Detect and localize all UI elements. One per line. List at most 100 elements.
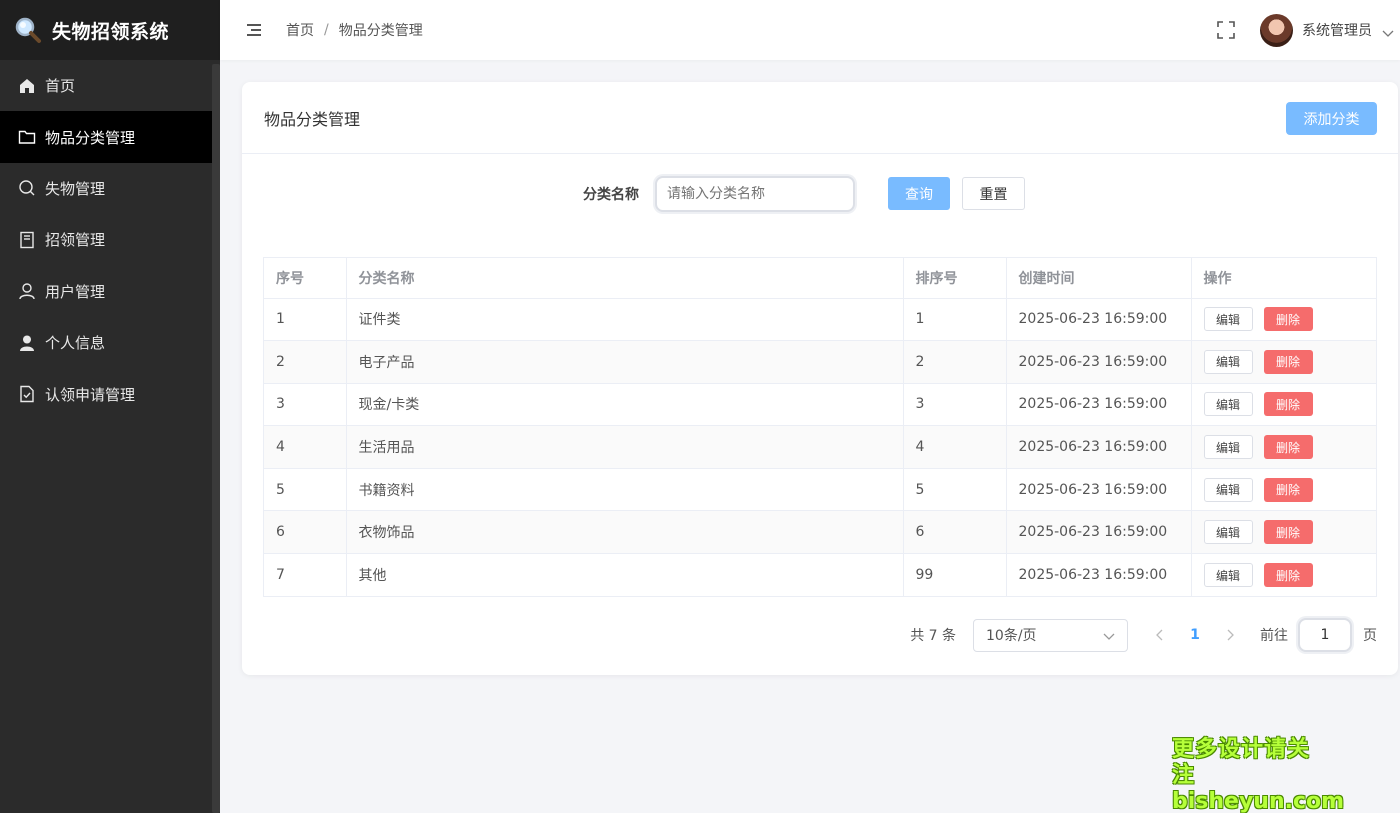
user-name[interactable]: 系统管理员 (1302, 20, 1372, 40)
delete-button[interactable]: 删除 (1263, 392, 1313, 417)
notebook-icon (18, 231, 36, 249)
delete-button[interactable]: 删除 (1263, 349, 1313, 374)
sidebar-item-category[interactable]: 物品分类管理 (0, 111, 212, 163)
goto-page-input[interactable] (1298, 618, 1352, 652)
fullscreen-icon[interactable] (1216, 20, 1236, 40)
category-card: 物品分类管理 添加分类 分类名称 查询 重置 序号 分类名称 排序号 创建时间 … (242, 82, 1398, 675)
add-category-button[interactable]: 添加分类 (1286, 102, 1377, 135)
sidebar-menu: 首页 物品分类管理 失物管理 招领管理 用户管理 个人信息 认领申请管理 (0, 60, 220, 813)
sidebar-item-label: 招领管理 (45, 231, 106, 250)
sidebar: 失物招领系统 首页 物品分类管理 失物管理 招领管理 用户管理 个人信息 认领申… (0, 0, 220, 813)
table-row: 2 电子产品 2 2025-06-23 16:59:00 编辑 删除 (264, 340, 1376, 384)
cell-created: 2025-06-23 16:59:00 (1006, 298, 1192, 342)
cell-created: 2025-06-23 16:59:00 (1006, 383, 1192, 427)
table-header-row: 序号 分类名称 排序号 创建时间 操作 (264, 258, 1376, 299)
sidebar-item-label: 物品分类管理 (45, 128, 136, 147)
next-page-icon[interactable] (1224, 629, 1236, 641)
app-title: 失物招领系统 (52, 20, 170, 43)
card-header: 物品分类管理 添加分类 (242, 82, 1398, 154)
cell-created: 2025-06-23 16:59:00 (1006, 425, 1192, 469)
cell-sort: 4 (903, 425, 1007, 469)
cell-sort: 2 (903, 340, 1007, 384)
table-row: 5 书籍资料 5 2025-06-23 16:59:00 编辑 删除 (264, 468, 1376, 512)
sidebar-item-label: 认领申请管理 (45, 385, 136, 404)
cell-name: 现金/卡类 (346, 383, 904, 427)
page-number[interactable]: 1 (1180, 627, 1210, 643)
avatar[interactable] (1260, 13, 1293, 47)
collapse-menu-icon[interactable] (247, 24, 261, 36)
breadcrumb: 首页 / 物品分类管理 (286, 20, 423, 40)
page-unit-label: 页 (1363, 628, 1377, 644)
cell-created: 2025-06-23 16:59:00 (1006, 553, 1192, 597)
cell-created: 2025-06-23 16:59:00 (1006, 510, 1192, 555)
cell-sort: 6 (903, 510, 1007, 555)
page-size-select[interactable]: 10条/页 (973, 618, 1128, 652)
top-header: 首页 / 物品分类管理 系统管理员 (220, 0, 1400, 60)
edit-button[interactable]: 编辑 (1203, 392, 1253, 417)
watermark: 更多设计请关注 bisheyun.com (1172, 737, 1345, 813)
cell-sort: 5 (903, 468, 1007, 512)
edit-button[interactable]: 编辑 (1203, 435, 1253, 460)
breadcrumb-home[interactable]: 首页 (286, 20, 314, 40)
user-filled-icon (18, 334, 36, 352)
column-header-index: 序号 (264, 258, 347, 299)
table-row: 6 衣物饰品 6 2025-06-23 16:59:00 编辑 删除 (264, 510, 1376, 555)
delete-button[interactable]: 删除 (1263, 563, 1313, 588)
page-size-value: 10条/页 (986, 628, 1037, 644)
cell-actions: 编辑 删除 (1191, 383, 1376, 427)
sidebar-item-users[interactable]: 用户管理 (0, 266, 212, 317)
sidebar-item-claims[interactable]: 认领申请管理 (0, 368, 212, 419)
cell-name: 其他 (346, 553, 904, 597)
header-user-area: 系统管理员 (1216, 0, 1394, 60)
category-name-input[interactable] (655, 176, 855, 212)
delete-button[interactable]: 删除 (1263, 520, 1313, 545)
reset-button[interactable]: 重置 (962, 177, 1025, 210)
cell-name: 证件类 (346, 298, 904, 342)
cell-actions: 编辑 删除 (1191, 298, 1376, 342)
magnifier-logo-icon (14, 16, 42, 44)
total-count: 共 7 条 (910, 628, 956, 644)
chevron-down-icon (1103, 630, 1115, 642)
edit-button[interactable]: 编辑 (1203, 563, 1253, 588)
edit-button[interactable]: 编辑 (1203, 520, 1253, 545)
search-label: 分类名称 (583, 187, 639, 203)
sidebar-item-label: 用户管理 (45, 282, 106, 301)
sidebar-item-found[interactable]: 招领管理 (0, 214, 212, 265)
sidebar-scrollbar[interactable] (212, 64, 220, 813)
edit-button[interactable]: 编辑 (1203, 477, 1253, 502)
cell-index: 4 (264, 425, 347, 469)
sidebar-item-lost[interactable]: 失物管理 (0, 163, 212, 214)
cell-created: 2025-06-23 16:59:00 (1006, 468, 1192, 512)
edit-button[interactable]: 编辑 (1203, 307, 1253, 332)
cell-index: 2 (264, 340, 347, 384)
query-button[interactable]: 查询 (888, 177, 950, 210)
delete-button[interactable]: 删除 (1263, 307, 1313, 332)
cell-index: 7 (264, 553, 347, 597)
pagination: 共 7 条 10条/页 1 前往 页 (910, 618, 1377, 652)
search-form: 分类名称 查询 重置 (242, 176, 1398, 212)
sidebar-item-home[interactable]: 首页 (0, 60, 212, 111)
column-header-actions: 操作 (1191, 258, 1376, 299)
sidebar-item-profile[interactable]: 个人信息 (0, 317, 212, 368)
user-icon (18, 282, 36, 300)
breadcrumb-separator: / (324, 22, 329, 38)
brand[interactable]: 失物招领系统 (0, 0, 220, 60)
cell-name: 生活用品 (346, 425, 904, 469)
prev-page-icon[interactable] (1154, 629, 1166, 641)
cell-index: 1 (264, 298, 347, 342)
edit-button[interactable]: 编辑 (1203, 349, 1253, 374)
chevron-down-icon[interactable] (1382, 24, 1394, 37)
breadcrumb-current: 物品分类管理 (338, 23, 423, 39)
cell-sort: 99 (903, 553, 1007, 597)
category-table: 序号 分类名称 排序号 创建时间 操作 1 证件类 1 2025-06-23 16:5… (263, 257, 1377, 598)
delete-button[interactable]: 删除 (1263, 435, 1313, 460)
cell-name: 电子产品 (346, 340, 904, 384)
cell-created: 2025-06-23 16:59:00 (1006, 340, 1192, 384)
sidebar-item-label: 首页 (45, 77, 76, 96)
cell-actions: 编辑 删除 (1191, 340, 1376, 384)
cell-index: 6 (264, 510, 347, 555)
watermark-line2: bisheyun.com (1172, 789, 1345, 813)
delete-button[interactable]: 删除 (1263, 477, 1313, 502)
table-row: 3 现金/卡类 3 2025-06-23 16:59:00 编辑 删除 (264, 383, 1376, 427)
cell-sort: 1 (903, 298, 1007, 342)
